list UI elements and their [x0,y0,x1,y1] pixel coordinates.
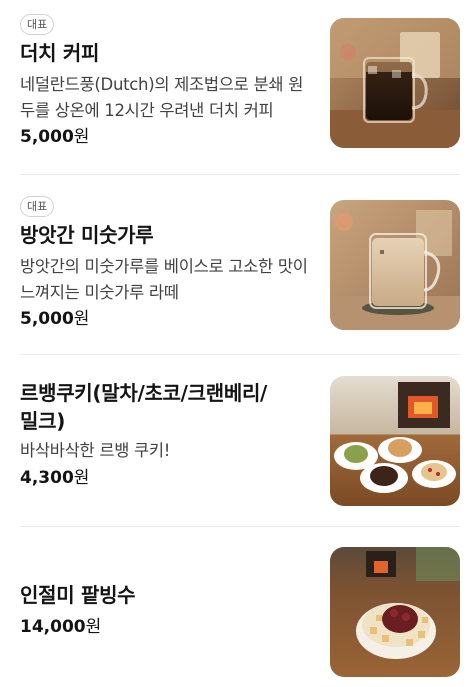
coffee-image [330,18,460,148]
price-amount: 14,000 [20,617,86,637]
price-amount: 5,000 [20,127,74,147]
price-unit: 원 [73,309,90,329]
menu-item[interactable]: 대표 더치 커피 네덜란드풍(Dutch)의 제조법으로 분쇄 원두를 상온에 … [0,0,470,175]
menu-item-name: 르뱅쿠키(말차/초코/크랜베리/밀크) [20,381,268,433]
iced-dutch-coffee-photo[interactable] [330,18,460,148]
signature-badge: 대표 [20,14,55,35]
misugaru-latte-photo[interactable] [330,200,460,330]
cookies-image [330,376,460,506]
levain-cookies-photo[interactable] [330,376,460,506]
menu-item-name: 방앗간 미숫가루 [20,223,154,247]
menu-item-description: 네덜란드풍(Dutch)의 제조법으로 분쇄 원두를 상온에 12시간 우려낸 … [20,75,304,120]
menu-list: 대표 더치 커피 네덜란드풍(Dutch)의 제조법으로 분쇄 원두를 상온에 … [0,0,470,687]
menu-item[interactable]: 대표 방앗간 미숫가루 방앗간의 미숫가루를 베이스로 고소한 맛이 느껴지는 … [0,175,470,355]
injeolmi-bingsu-photo[interactable] [330,547,460,677]
menu-item-price: 4,300원 [20,466,312,490]
menu-item-info: 인절미 팥빙수 14,000원 [20,581,312,639]
menu-item-price: 5,000원 [20,307,312,331]
menu-item-price: 5,000원 [20,125,312,149]
menu-item-name: 인절미 팥빙수 [20,583,136,607]
price-unit: 원 [85,617,102,637]
latte-image [330,200,460,330]
price-unit: 원 [73,468,90,488]
bingsu-image [330,547,460,677]
price-amount: 4,300 [20,468,74,488]
price-unit: 원 [73,127,90,147]
price-amount: 5,000 [20,309,74,329]
signature-badge: 대표 [20,196,55,217]
menu-item-price: 14,000원 [20,615,312,639]
menu-item-name: 더치 커피 [20,41,100,65]
menu-item[interactable]: 르뱅쿠키(말차/초코/크랜베리/밀크) 바삭바삭한 르뱅 쿠키! 4,300원 [0,355,470,527]
menu-item-info: 르뱅쿠키(말차/초코/크랜베리/밀크) 바삭바삭한 르뱅 쿠키! 4,300원 [20,379,312,490]
menu-item-info: 대표 방앗간 미숫가루 방앗간의 미숫가루를 베이스로 고소한 맛이 느껴지는 … [20,195,312,331]
menu-item[interactable]: 인절미 팥빙수 14,000원 [0,527,470,687]
menu-item-description: 바삭바삭한 르뱅 쿠키! [20,441,171,460]
menu-item-info: 대표 더치 커피 네덜란드풍(Dutch)의 제조법으로 분쇄 원두를 상온에 … [20,13,312,149]
menu-item-description: 방앗간의 미숫가루를 베이스로 고소한 맛이 느껴지는 미숫가루 라떼 [20,257,308,302]
